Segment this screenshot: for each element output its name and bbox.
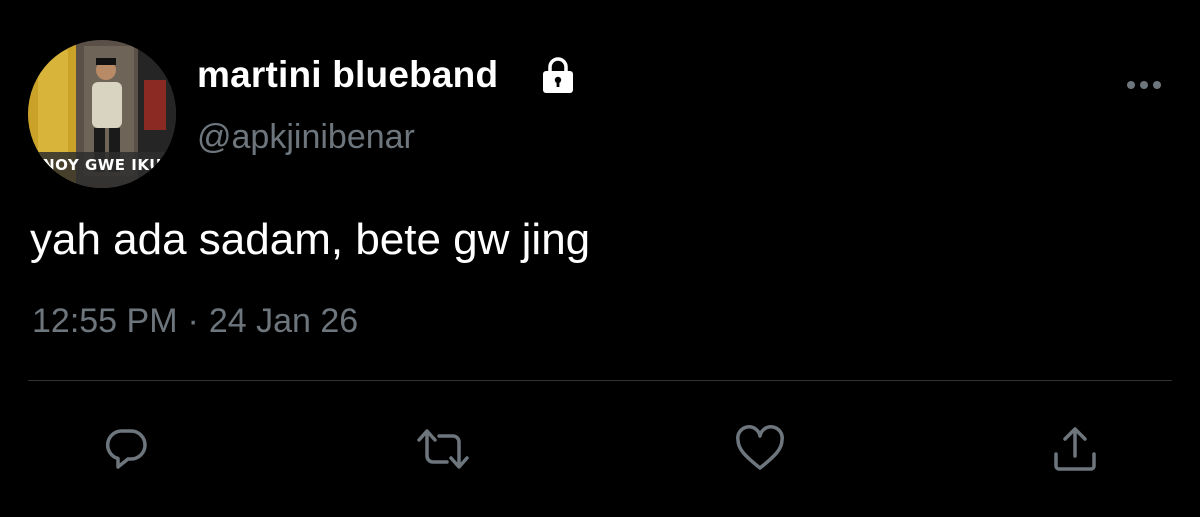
more-options-icon[interactable] [1124, 78, 1164, 90]
reply-button[interactable] [101, 424, 151, 474]
tweet-time: 12:55 PM [32, 302, 178, 340]
avatar[interactable]: NOY GWE IKU [28, 40, 176, 188]
tweet-date: 24 Jan 26 [208, 302, 359, 340]
author-handle[interactable]: @apkjinibenar [197, 118, 415, 157]
tweet-timestamp[interactable]: 12:55 PM · 24 Jan 26 [32, 302, 358, 341]
retweet-icon [417, 429, 469, 469]
reply-icon [105, 429, 147, 469]
heart-icon [736, 425, 784, 470]
author-display-name[interactable]: martini blueband [197, 54, 498, 96]
tweet-text: yah ada sadam, bete gw jing [30, 215, 591, 264]
divider [28, 380, 1172, 381]
share-button[interactable] [1050, 424, 1100, 474]
retweet-button[interactable] [413, 424, 469, 474]
meta-separator: · [187, 302, 199, 340]
lock-icon [539, 56, 577, 94]
avatar-caption: NOY GWE IKU [42, 156, 162, 174]
like-button[interactable] [735, 424, 785, 474]
tweet-card: NOY GWE IKU martini blueband @apkjiniben… [0, 0, 1200, 517]
share-icon [1054, 427, 1096, 471]
